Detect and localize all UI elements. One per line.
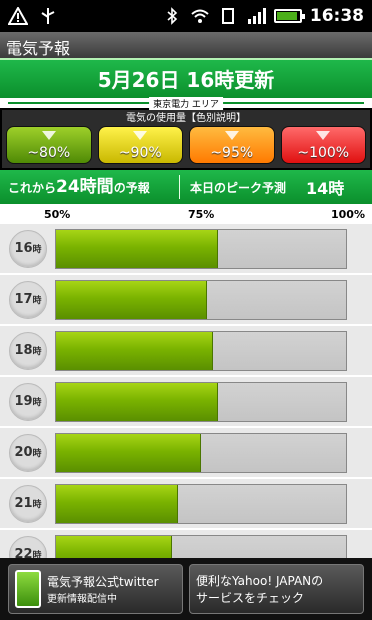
yahoo-text: 便利なYahoo! JAPANの サービスをチェック xyxy=(196,572,323,606)
usage-bar-fill xyxy=(56,484,178,523)
usage-bar-track xyxy=(55,330,347,371)
area-label: 東京電力 エリア xyxy=(149,97,223,110)
battery-icon xyxy=(15,570,41,608)
forecast-bar: これから24時間の予報 本日のピーク予測 14時 xyxy=(0,170,372,204)
hour-badge: 16 時 xyxy=(9,229,47,268)
hour-number: 19 xyxy=(14,394,33,409)
peak-value: 14時 xyxy=(306,179,345,198)
hour-badge: 19 時 xyxy=(9,382,47,421)
update-header: 5月26日 16時更新 xyxy=(0,58,372,98)
hour-row: 18 時 xyxy=(0,326,372,377)
usage-bar-track xyxy=(55,432,347,473)
legend-chip-95: ~95% xyxy=(189,126,275,164)
hour-row: 21 時 xyxy=(0,479,372,530)
yahoo-button[interactable]: 便利なYahoo! JAPANの サービスをチェック xyxy=(189,564,364,614)
usage-bar-fill xyxy=(56,382,219,421)
usage-bar-track xyxy=(55,228,347,269)
scale-50: 50% xyxy=(44,208,71,221)
app-title: 電気予報 xyxy=(0,32,372,58)
hour-badge: 21 時 xyxy=(9,484,47,523)
hour-row: 19 時 xyxy=(0,377,372,428)
legend-chip-label: ~90% xyxy=(118,145,162,161)
legend-chip-label: ~100% xyxy=(297,145,350,161)
usage-bar-fill xyxy=(56,280,207,319)
hour-badge: 20 時 xyxy=(9,433,47,472)
hour-row: 17 時 xyxy=(0,275,372,326)
yahoo-line2: サービスをチェック xyxy=(196,591,305,605)
percent-scale: 50% 75% 100% xyxy=(0,204,372,224)
hour-number: 20 xyxy=(14,445,33,460)
hour-unit: 時 xyxy=(32,347,42,357)
legend-chip-label: ~80% xyxy=(27,145,71,161)
battery-icon xyxy=(273,9,305,23)
hour-badge: 18 時 xyxy=(9,331,47,370)
hour-number: 16 xyxy=(14,241,33,256)
forecast-hours: 24時間 xyxy=(56,177,114,197)
hour-unit: 時 xyxy=(32,296,42,306)
twitter-line2: 更新情報配信中 xyxy=(47,594,117,605)
rotate-icon xyxy=(221,8,234,24)
hour-row: 16 時 xyxy=(0,224,372,275)
wifi-icon xyxy=(191,9,209,23)
area-row: 東京電力 エリア xyxy=(0,97,372,110)
forecast-suffix: の予報 xyxy=(113,181,150,195)
usb-icon xyxy=(41,8,55,24)
usage-bar-fill xyxy=(56,433,201,472)
legend-chip-label: ~95% xyxy=(210,145,254,161)
yahoo-line1: 便利なYahoo! JAPANの xyxy=(196,574,324,588)
status-bar: 16:38 xyxy=(0,0,372,32)
legend-chip-100: ~100% xyxy=(280,126,366,164)
bluetooth-icon xyxy=(167,7,178,25)
hour-number: 18 xyxy=(14,343,33,358)
peak-label: 本日のピーク予測 xyxy=(190,180,287,195)
usage-chart: 16 時 17 時 18 時 19 時 20 時 21 時 22 時 xyxy=(0,224,372,581)
usage-bar-track xyxy=(55,483,347,524)
arrow-down-icon xyxy=(224,131,239,140)
hour-unit: 時 xyxy=(32,500,42,510)
forecast-heading: これから24時間の予報 xyxy=(0,175,180,199)
peak-forecast: 本日のピーク予測 14時 xyxy=(180,175,372,199)
legend-row: ~80% ~90% ~95% ~100% xyxy=(6,126,366,164)
hour-unit: 時 xyxy=(32,398,42,408)
hour-number: 21 xyxy=(14,496,33,511)
usage-bar-fill xyxy=(56,331,213,370)
usage-bar-track xyxy=(55,279,347,320)
hour-number: 17 xyxy=(14,292,33,307)
scale-100: 100% xyxy=(331,208,365,221)
status-left xyxy=(8,7,58,25)
bottom-bar: 電気予報公式twitter 更新情報配信中 便利なYahoo! JAPANの サ… xyxy=(0,558,372,620)
legend-title: 電気の使用量【色別説明】 xyxy=(126,113,246,124)
usage-bar-fill xyxy=(56,229,219,268)
screen: 16:38 電気予報 5月26日 16時更新 東京電力 エリア 電気の使用量【色… xyxy=(0,0,372,620)
status-right: 16:38 xyxy=(162,6,364,26)
arrow-down-icon xyxy=(316,131,331,140)
usage-bar-track xyxy=(55,381,347,422)
scale-75: 75% xyxy=(188,208,215,221)
hour-badge: 17 時 xyxy=(9,280,47,319)
legend-chip-90: ~90% xyxy=(97,126,183,164)
hour-unit: 時 xyxy=(32,245,42,255)
hour-unit: 時 xyxy=(32,449,42,459)
arrow-down-icon xyxy=(41,131,56,140)
warning-icon xyxy=(8,7,28,25)
hour-row: 20 時 xyxy=(0,428,372,479)
color-legend: 電気の使用量【色別説明】 ~80% ~90% ~95% ~100% xyxy=(0,108,372,170)
status-time: 16:38 xyxy=(309,6,364,26)
twitter-text: 電気予報公式twitter 更新情報配信中 xyxy=(47,573,159,605)
arrow-down-icon xyxy=(133,131,148,140)
legend-chip-80: ~80% xyxy=(6,126,92,164)
signal-icon xyxy=(247,8,266,24)
forecast-prefix: これから xyxy=(8,181,57,195)
twitter-line1: 電気予報公式twitter xyxy=(47,575,159,589)
twitter-button[interactable]: 電気予報公式twitter 更新情報配信中 xyxy=(8,564,183,614)
